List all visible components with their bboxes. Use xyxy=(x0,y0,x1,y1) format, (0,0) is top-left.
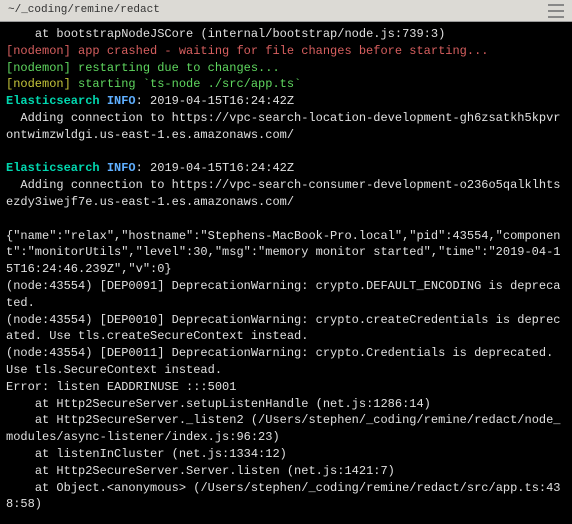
terminal-text: [nodemon] xyxy=(6,77,78,91)
terminal-line: Elasticsearch INFO: 2019-04-15T16:24:42Z xyxy=(6,160,566,177)
title-bar: ~/_coding/remine/redact xyxy=(0,0,572,22)
terminal-line: {"name":"relax","hostname":"Stephens-Mac… xyxy=(6,228,566,278)
terminal-text: Adding connection to https://vpc-search-… xyxy=(6,111,561,142)
terminal-line: Error: listen EADDRINUSE :::5001 xyxy=(6,379,566,396)
terminal-text: at bootstrapNodeJSCore (internal/bootstr… xyxy=(6,27,445,41)
terminal-line: at Http2SecureServer.setupListenHandle (… xyxy=(6,396,566,413)
terminal-text: Error: listen EADDRINUSE :::5001 xyxy=(6,380,236,394)
terminal-output[interactable]: at bootstrapNodeJSCore (internal/bootstr… xyxy=(0,22,572,517)
terminal-text: [nodemon] restarting due to changes... xyxy=(6,61,280,75)
terminal-text: (node:43554) [DEP0011] DeprecationWarnin… xyxy=(6,346,561,377)
terminal-text: Adding connection to https://vpc-search-… xyxy=(6,178,561,209)
terminal-text: : 2019-04-15T16:24:42Z xyxy=(136,94,294,108)
terminal-text: at Http2SecureServer._listen2 (/Users/st… xyxy=(6,413,561,444)
terminal-text: starting `ts-node ./src/app.ts` xyxy=(78,77,301,91)
terminal-line: (node:43554) [DEP0091] DeprecationWarnin… xyxy=(6,278,566,312)
terminal-line: [nodemon] app crashed - waiting for file… xyxy=(6,43,566,60)
terminal-text: Elasticsearch xyxy=(6,161,107,175)
terminal-line: at Object.<anonymous> (/Users/stephen/_c… xyxy=(6,480,566,514)
terminal-line xyxy=(6,144,566,161)
terminal-line: at bootstrapNodeJSCore (internal/bootstr… xyxy=(6,26,566,43)
terminal-line: Adding connection to https://vpc-search-… xyxy=(6,177,566,211)
terminal-text: (node:43554) [DEP0010] DeprecationWarnin… xyxy=(6,313,561,344)
terminal-text: at Http2SecureServer.Server.listen (net.… xyxy=(6,464,395,478)
terminal-text: at Http2SecureServer.setupListenHandle (… xyxy=(6,397,431,411)
terminal-text: INFO xyxy=(107,161,136,175)
terminal-line: at Http2SecureServer.Server.listen (net.… xyxy=(6,463,566,480)
terminal-text: Elasticsearch xyxy=(6,94,107,108)
terminal-line: at listenInCluster (net.js:1334:12) xyxy=(6,446,566,463)
terminal-text: INFO xyxy=(107,94,136,108)
terminal-line: [nodemon] restarting due to changes... xyxy=(6,60,566,77)
terminal-line: Elasticsearch INFO: 2019-04-15T16:24:42Z xyxy=(6,93,566,110)
window-title: ~/_coding/remine/redact xyxy=(8,3,548,18)
terminal-text xyxy=(6,145,13,159)
terminal-text: [nodemon] app crashed - waiting for file… xyxy=(6,44,488,58)
menu-icon[interactable] xyxy=(548,4,564,18)
terminal-line: Adding connection to https://vpc-search-… xyxy=(6,110,566,144)
terminal-line xyxy=(6,211,566,228)
terminal-line: (node:43554) [DEP0011] DeprecationWarnin… xyxy=(6,345,566,379)
terminal-text: {"name":"relax","hostname":"Stephens-Mac… xyxy=(6,229,561,277)
terminal-text: : 2019-04-15T16:24:42Z xyxy=(136,161,294,175)
terminal-text: (node:43554) [DEP0091] DeprecationWarnin… xyxy=(6,279,561,310)
terminal-text: at listenInCluster (net.js:1334:12) xyxy=(6,447,287,461)
terminal-text xyxy=(6,212,13,226)
terminal-line: at Http2SecureServer._listen2 (/Users/st… xyxy=(6,412,566,446)
terminal-line: [nodemon] starting `ts-node ./src/app.ts… xyxy=(6,76,566,93)
terminal-text: at Object.<anonymous> (/Users/stephen/_c… xyxy=(6,481,561,512)
terminal-line: (node:43554) [DEP0010] DeprecationWarnin… xyxy=(6,312,566,346)
